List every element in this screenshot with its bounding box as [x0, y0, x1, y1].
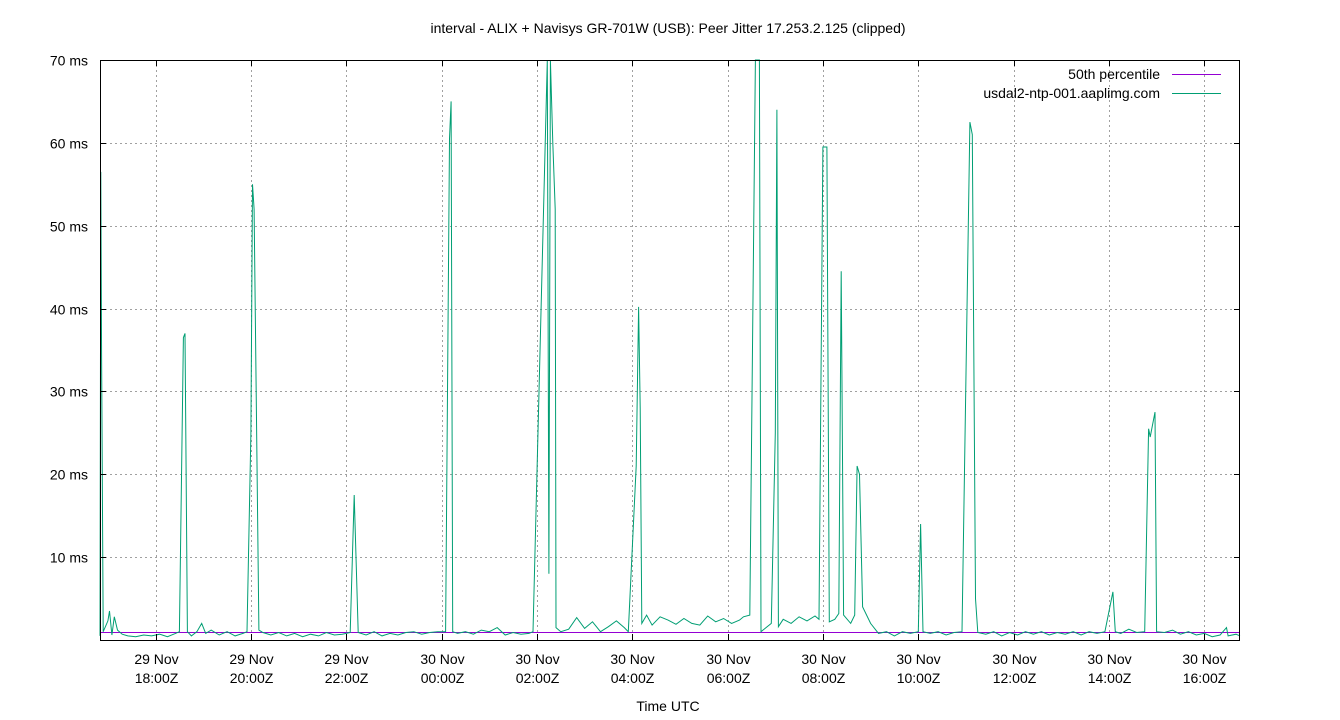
x-tick-label-date: 29 Nov — [324, 651, 368, 667]
x-tick-label-date: 30 Nov — [706, 651, 750, 667]
x-tick-label-date: 30 Nov — [610, 651, 654, 667]
x-tick-label-date: 30 Nov — [1182, 651, 1226, 667]
x-tick-label-time: 14:00Z — [1088, 670, 1132, 686]
y-tick-label: 50 ms — [50, 219, 88, 235]
chart-title: interval - ALIX + Navisys GR-701W (USB):… — [430, 20, 905, 36]
x-tick-label-date: 30 Nov — [801, 651, 845, 667]
x-tick-label-time: 08:00Z — [802, 670, 846, 686]
x-tick-label-date: 30 Nov — [1087, 651, 1131, 667]
x-tick-label-time: 16:00Z — [1183, 670, 1227, 686]
x-tick-label-time: 22:00Z — [325, 670, 369, 686]
x-axis-label: Time UTC — [636, 698, 699, 714]
y-tick-label: 60 ms — [50, 136, 88, 152]
x-tick-label-time: 20:00Z — [230, 670, 274, 686]
x-tick-label-date: 30 Nov — [420, 651, 464, 667]
legend-label: usdal2-ntp-001.aaplimg.com — [983, 85, 1160, 101]
x-tick-label-time: 02:00Z — [516, 670, 560, 686]
jitter-chart: interval - ALIX + Navisys GR-701W (USB):… — [0, 0, 1340, 720]
x-tick-label-time: 06:00Z — [707, 670, 751, 686]
y-tick-label: 10 ms — [50, 550, 88, 566]
x-tick-label-time: 00:00Z — [421, 670, 465, 686]
y-tick-label: 30 ms — [50, 384, 88, 400]
x-tick-label-time: 18:00Z — [135, 670, 179, 686]
y-tick-label: 20 ms — [50, 467, 88, 483]
x-tick-label-date: 30 Nov — [896, 651, 940, 667]
y-tick-label: 40 ms — [50, 302, 88, 318]
x-tick-label-time: 12:00Z — [993, 670, 1037, 686]
x-tick-label-date: 29 Nov — [229, 651, 273, 667]
x-tick-label-time: 10:00Z — [897, 670, 941, 686]
legend-label: 50th percentile — [1068, 66, 1160, 82]
x-tick-label-date: 30 Nov — [992, 651, 1036, 667]
x-tick-label-date: 29 Nov — [134, 651, 178, 667]
x-tick-label-time: 04:00Z — [611, 670, 655, 686]
y-tick-label: 70 ms — [50, 53, 88, 69]
x-tick-label-date: 30 Nov — [515, 651, 559, 667]
